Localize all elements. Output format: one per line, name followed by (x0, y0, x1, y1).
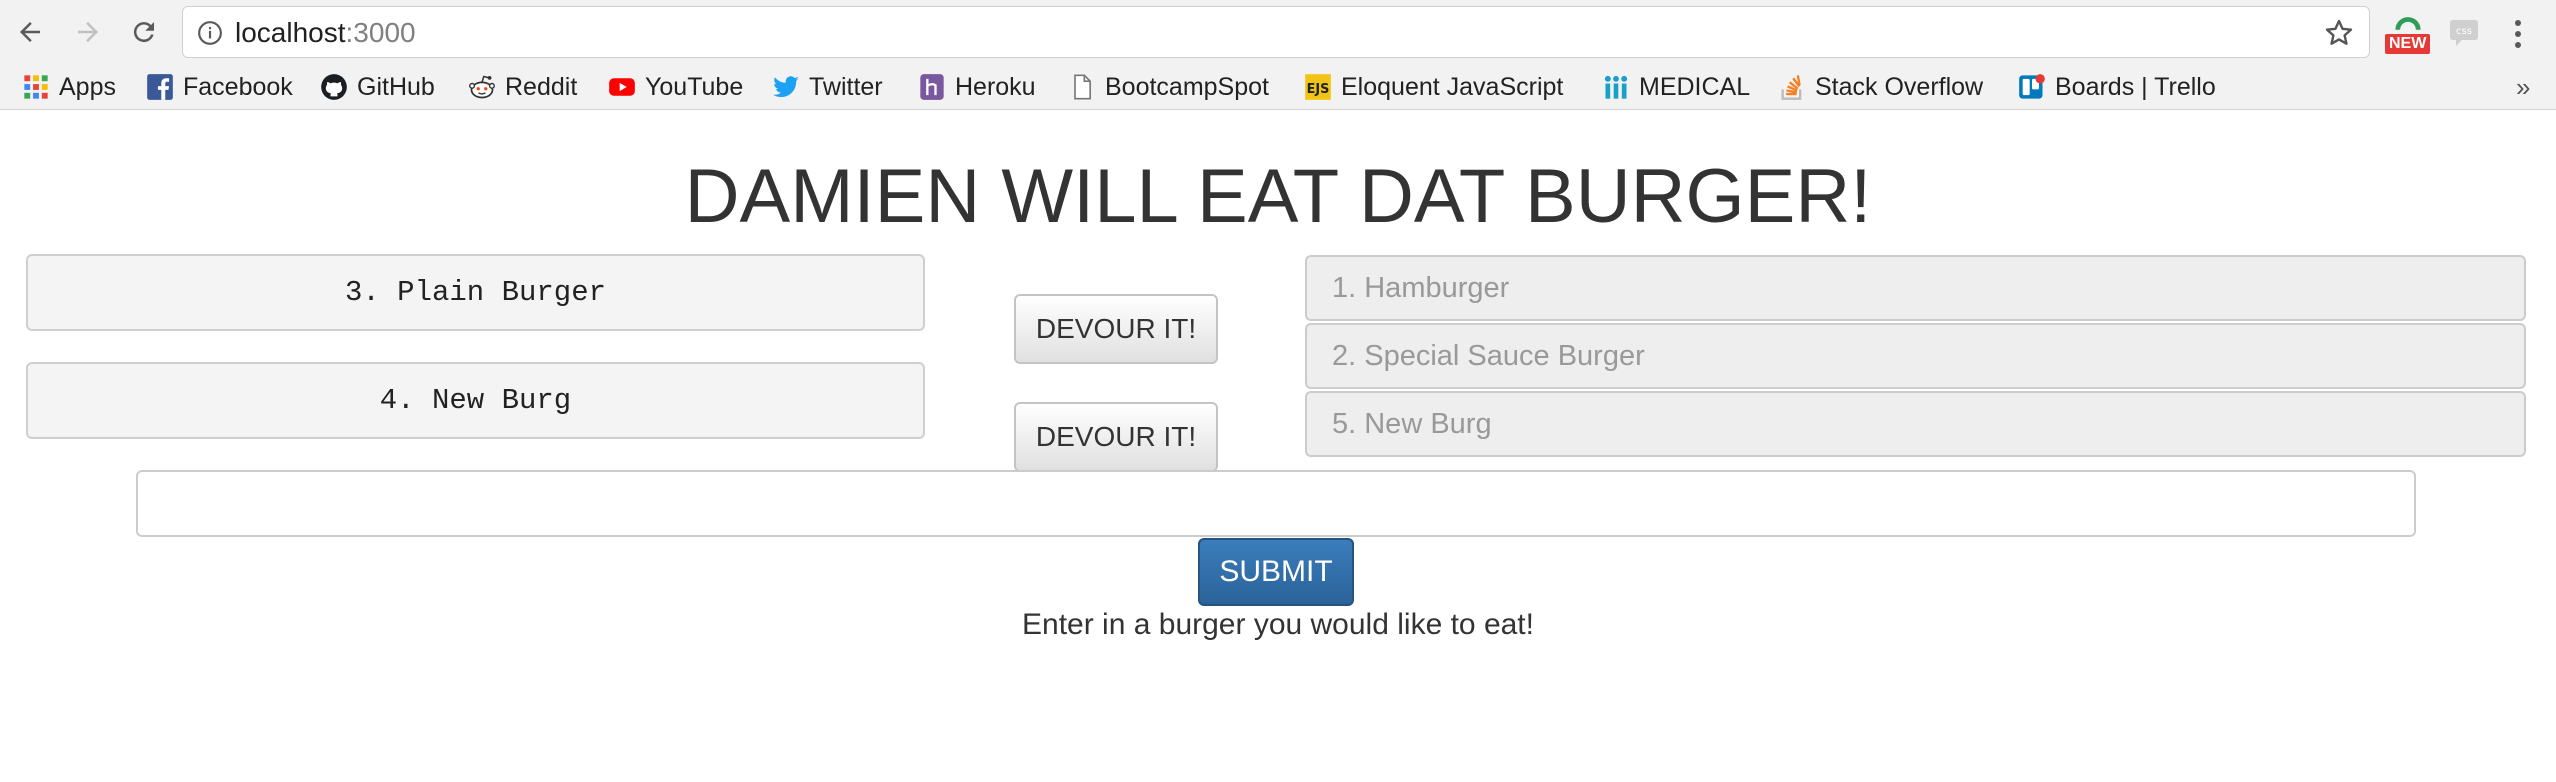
devour-button[interactable]: DEVOUR IT! (1014, 294, 1218, 364)
new-badge: NEW (2385, 34, 2431, 54)
youtube-icon (608, 73, 636, 101)
browser-chrome: localhost:3000 NEW css Apps Facebook Git… (0, 0, 2556, 110)
bookmark-label: Stack Overflow (1815, 72, 1984, 101)
extension-new-button[interactable]: NEW (2385, 12, 2431, 56)
bookmark-label: YouTube (645, 72, 744, 101)
forward-arrow-icon (78, 22, 98, 42)
devoured-burger-item: 2. Special Sauce Burger (1305, 323, 2526, 389)
page-icon (1068, 73, 1096, 101)
twitter-icon (772, 73, 800, 101)
devoured-burger-item: 5. New Burg (1305, 391, 2526, 457)
bookmark-label: Eloquent JavaScript (1341, 72, 1564, 101)
bookmark-facebook[interactable]: Facebook (146, 71, 293, 103)
reload-button[interactable] (126, 14, 162, 50)
uneaten-burger-item: 4. New Burg (26, 362, 925, 439)
bookmarks-bar: Apps Facebook GitHub Reddit YouTube Twit… (0, 64, 2556, 108)
forward-button[interactable] (70, 14, 106, 50)
bookmark-label: BootcampSpot (1105, 72, 1269, 101)
bookmark-label: Heroku (955, 72, 1036, 101)
burger-name-input[interactable] (136, 470, 2416, 537)
bookmark-label: Apps (59, 72, 116, 101)
bookmark-stack-overflow[interactable]: Stack Overflow (1778, 71, 1983, 103)
github-icon (320, 73, 348, 101)
bookmark-reddit[interactable]: Reddit (468, 71, 577, 103)
facebook-icon (146, 73, 174, 101)
bookmark-medical[interactable]: MEDICAL (1602, 71, 1750, 103)
url-port: :3000 (345, 17, 416, 48)
stackoverflow-icon (1778, 73, 1806, 101)
uneaten-burger-item: 3. Plain Burger (26, 254, 925, 331)
bookmarks-overflow-button[interactable]: » (2516, 72, 2530, 103)
bookmark-label: Twitter (809, 72, 883, 101)
bookmark-label: GitHub (357, 72, 435, 101)
bookmark-youtube[interactable]: YouTube (608, 71, 743, 103)
css-extension-icon[interactable]: css (2448, 18, 2484, 48)
bookmark-eloquent-javascript[interactable]: EJS Eloquent JavaScript (1304, 71, 1563, 103)
bookmark-label: Facebook (183, 72, 293, 101)
bookmark-star-icon[interactable] (2323, 17, 2355, 49)
devour-button[interactable]: DEVOUR IT! (1014, 402, 1218, 472)
ejs-icon: EJS (1304, 73, 1332, 101)
submit-button[interactable]: SUBMIT (1198, 538, 1354, 606)
help-text: Enter in a burger you would like to eat! (1022, 608, 1534, 641)
address-bar[interactable]: localhost:3000 (182, 6, 2370, 58)
url-text[interactable]: localhost:3000 (235, 18, 416, 48)
devoured-burger-item: 1. Hamburger (1305, 255, 2526, 321)
bookmark-label: Boards | Trello (2055, 72, 2216, 101)
url-host: localhost (235, 17, 346, 48)
svg-text:css: css (2456, 26, 2472, 37)
apps-grid-icon (22, 73, 50, 101)
bookmark-label: Reddit (505, 72, 578, 101)
bookmark-apps[interactable]: Apps (22, 71, 116, 103)
bookmark-bootcampspot[interactable]: BootcampSpot (1068, 71, 1269, 103)
svg-text:EJS: EJS (1307, 82, 1330, 97)
bookmark-github[interactable]: GitHub (320, 71, 435, 103)
reload-icon (133, 22, 154, 43)
trello-icon (2018, 73, 2046, 101)
reddit-icon (468, 73, 496, 101)
browser-menu-icon[interactable] (2508, 16, 2528, 52)
medical-icon (1602, 73, 1630, 101)
back-arrow-icon (20, 22, 40, 42)
info-icon[interactable] (197, 20, 223, 46)
bookmark-heroku[interactable]: Heroku (918, 71, 1036, 103)
heroku-icon (918, 73, 946, 101)
bookmark-twitter[interactable]: Twitter (772, 71, 883, 103)
back-button[interactable] (12, 14, 48, 50)
page-title: DAMIEN WILL EAT DAT BURGER! (684, 154, 1872, 239)
bookmark-label: MEDICAL (1639, 72, 1751, 101)
bookmark-trello[interactable]: Boards | Trello (2018, 71, 2216, 103)
